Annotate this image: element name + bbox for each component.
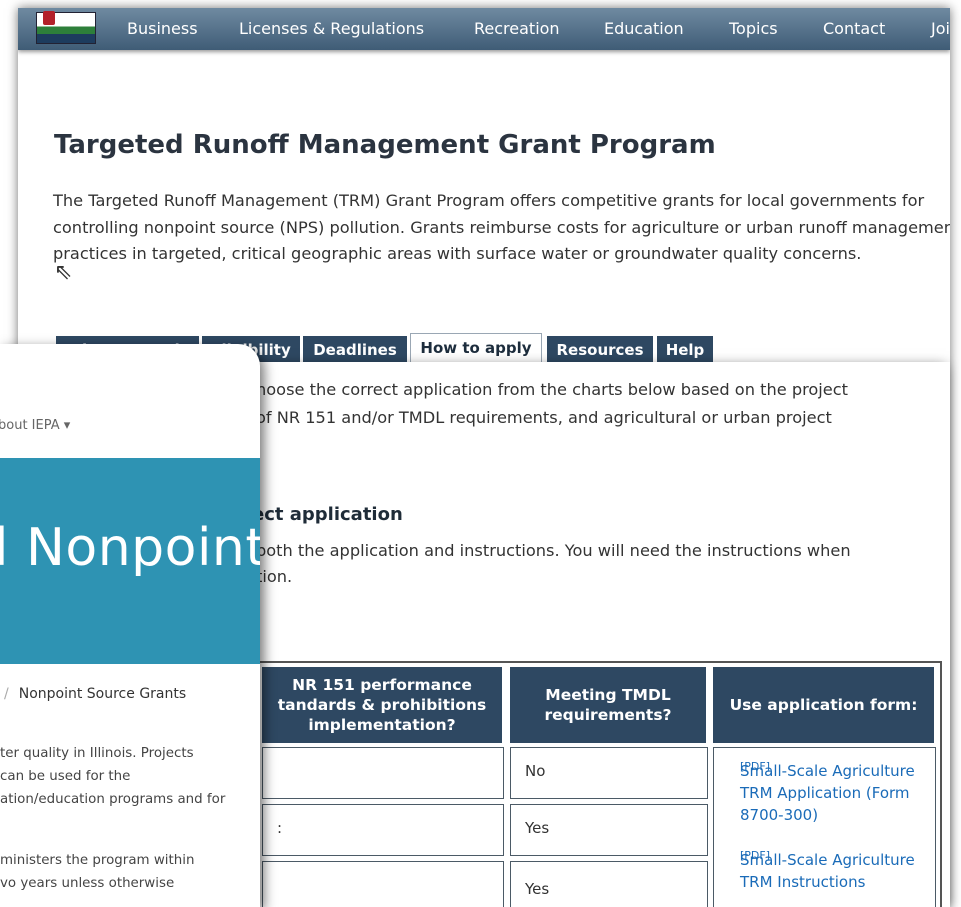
page-title: Targeted Runoff Management Grant Program <box>54 130 716 160</box>
tab-deadlines[interactable]: Deadlines <box>302 335 408 365</box>
body-text-line: ation/education programs and for <box>0 792 226 807</box>
table-cell <box>262 861 504 907</box>
table-cell: Yes <box>510 861 708 907</box>
table-cell <box>262 747 504 799</box>
application-table: NR 151 performance tandards & prohibitio… <box>256 661 942 907</box>
instructions-line-1: hoose the correct application from the c… <box>256 380 848 399</box>
table-cell: No <box>510 747 708 799</box>
body-text-line: ministers the program within <box>0 853 195 868</box>
breadcrumb: / Nonpoint Source Grants <box>4 686 186 702</box>
breadcrumb-current[interactable]: Nonpoint Source Grants <box>19 686 186 702</box>
form-links-cell: Small-Scale Agriculture TRM Application … <box>713 747 936 907</box>
tab-help[interactable]: Help <box>656 335 714 365</box>
header-form: Use application form: <box>713 667 934 743</box>
intro-paragraph: The Targeted Runoff Management (TRM) Gra… <box>53 191 950 263</box>
tab-resources[interactable]: Resources <box>546 335 654 365</box>
header-tmdl: Meeting TMDL requirements? <box>510 667 706 743</box>
how-to-apply-panel: hoose the correct application from the c… <box>244 362 950 907</box>
breadcrumb-separator: / <box>4 686 9 702</box>
nav-licenses-regulations[interactable]: Licenses & Regulations <box>239 19 424 38</box>
nav-recreation[interactable]: Recreation <box>474 19 560 38</box>
application-note-line-2: tion. <box>256 567 293 586</box>
nav-business[interactable]: Business <box>127 19 198 38</box>
iepa-window: bout IEPA ▾ l Nonpoint / Nonpoint Source … <box>0 344 260 907</box>
section-heading: ect application <box>252 504 403 525</box>
table-cell: : <box>262 804 504 856</box>
nav-join[interactable]: Joi <box>931 19 950 38</box>
hero-banner: l Nonpoint <box>0 458 260 664</box>
table-cell: Yes <box>510 804 708 856</box>
body-text-line: can be used for the <box>0 769 131 784</box>
dnr-logo[interactable] <box>36 11 96 44</box>
application-note-line-1: both the application and instructions. Y… <box>256 541 851 560</box>
logo-mark-icon <box>43 11 55 25</box>
nav-contact[interactable]: Contact <box>823 19 885 38</box>
nav-topics[interactable]: Topics <box>729 19 778 38</box>
body-text-line: ter quality in Illinois. Projects <box>0 746 194 761</box>
top-nav: Business Licenses & Regulations Recreati… <box>18 8 950 50</box>
header-nr151: NR 151 performance tandards & prohibitio… <box>262 667 502 743</box>
pdf-label: [PDF] <box>740 849 771 862</box>
nav-education[interactable]: Education <box>604 19 684 38</box>
body-text-line: vo years unless otherwise <box>0 876 175 891</box>
mouse-cursor-icon: ⇖ <box>54 260 73 285</box>
hero-title: l Nonpoint <box>0 518 260 578</box>
pdf-label: [PDF] <box>740 760 771 773</box>
instructions-line-2: of NR 151 and/or TMDL requirements, and … <box>256 408 832 427</box>
about-iepa-menu[interactable]: bout IEPA ▾ <box>0 418 70 433</box>
